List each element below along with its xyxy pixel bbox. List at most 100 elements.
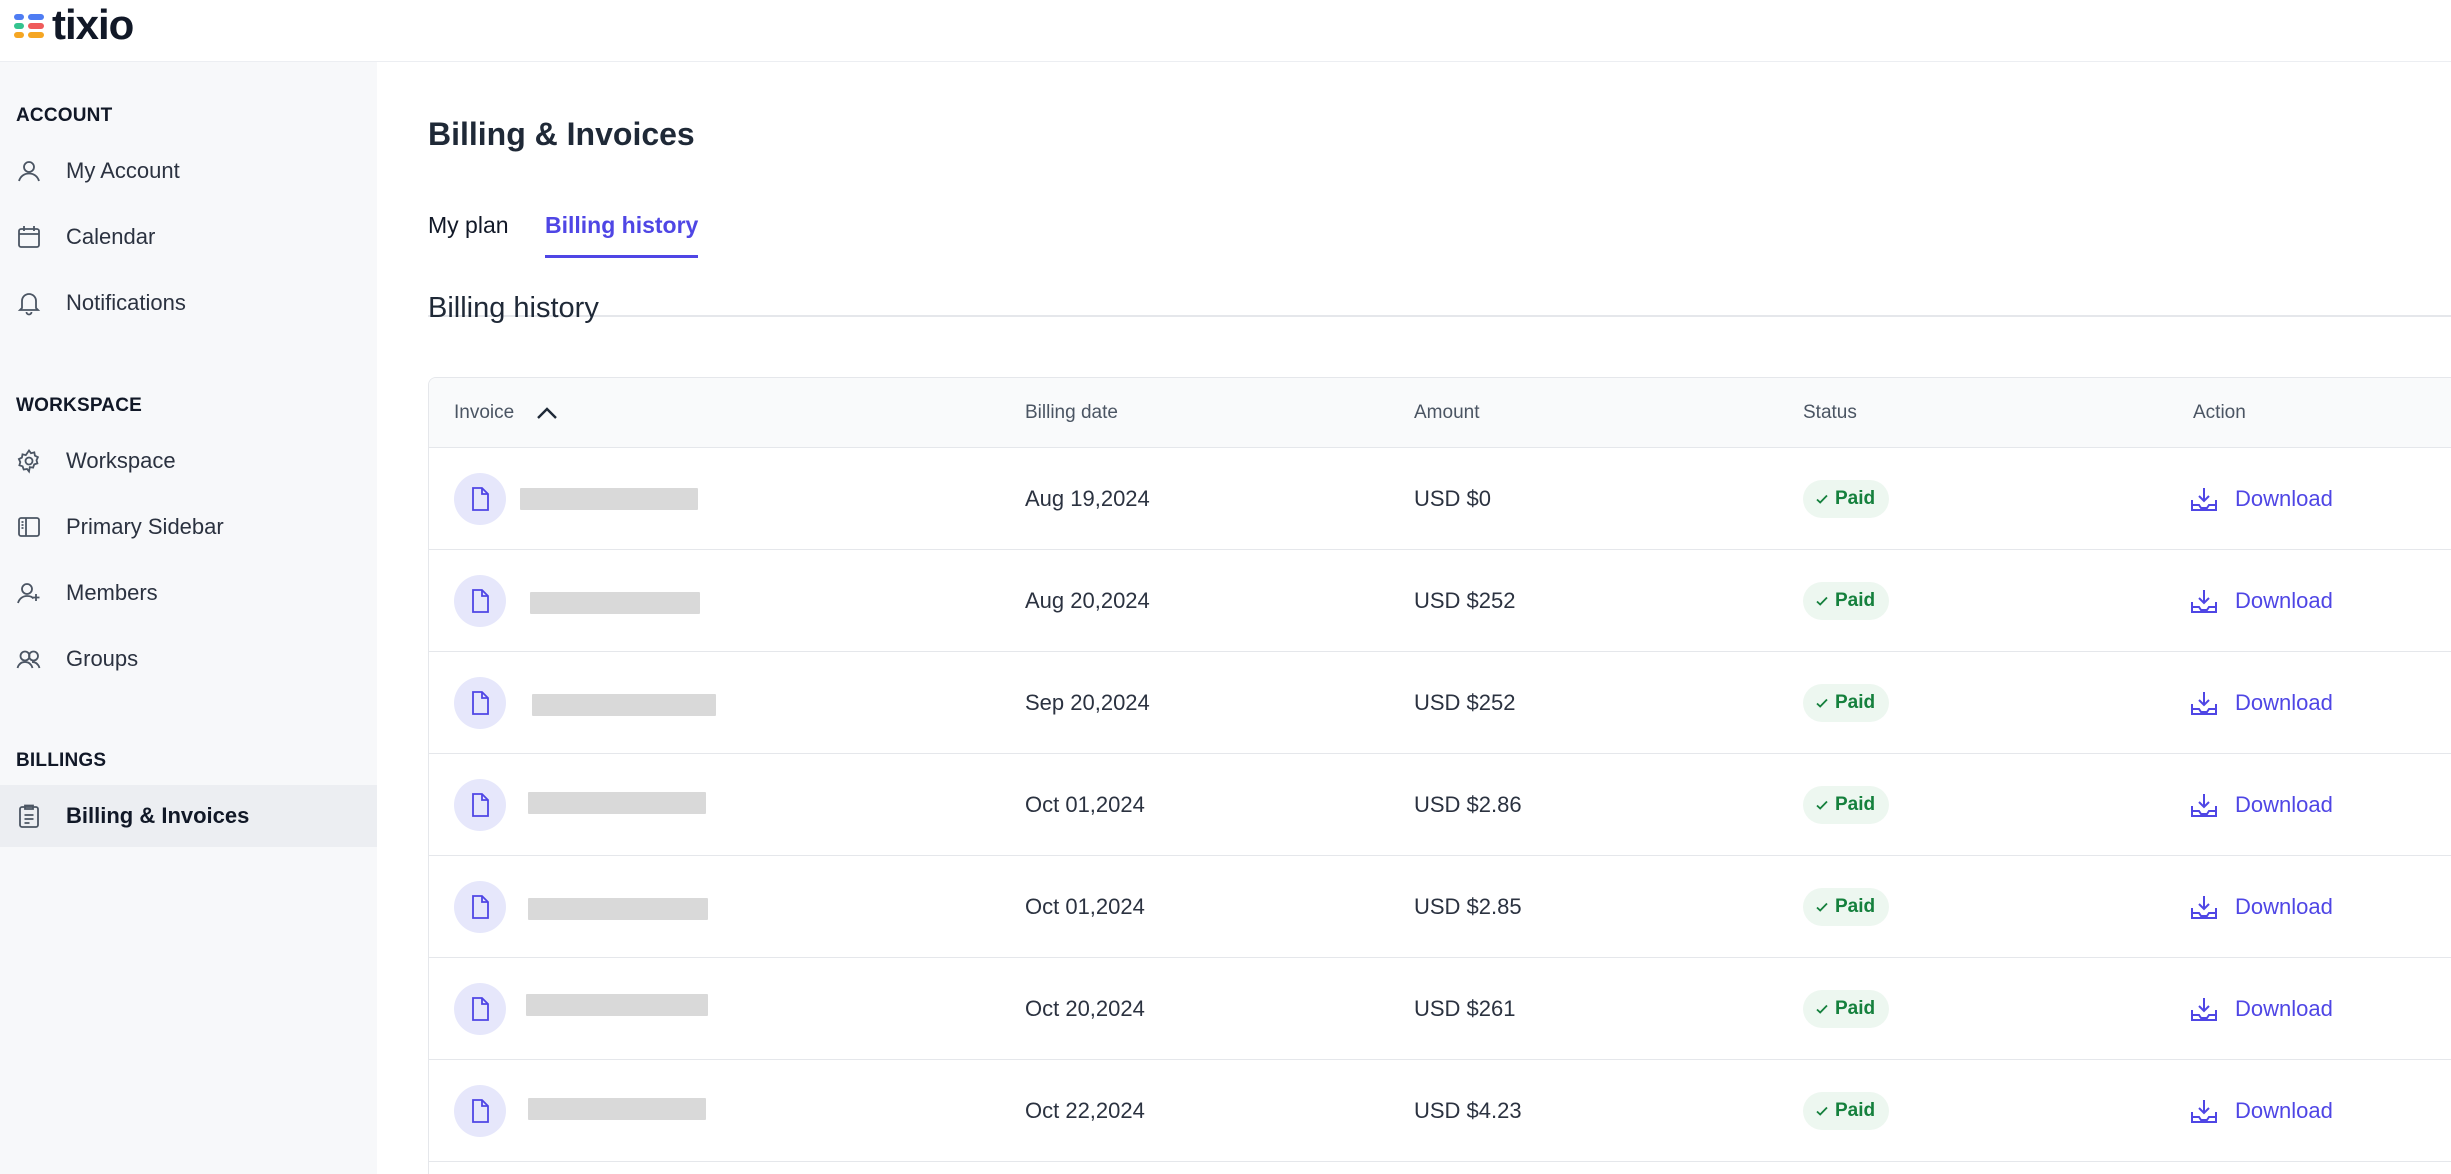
table-row: Oct 01,2024 USD $2.86 Paid Download xyxy=(429,754,2451,856)
sidebar-item-label: Calendar xyxy=(66,224,156,249)
action-cell: Download xyxy=(2189,550,2333,652)
file-icon xyxy=(454,575,506,627)
file-icon xyxy=(454,473,506,525)
download-icon xyxy=(2189,995,2235,1023)
amount-cell: USD $252 xyxy=(1414,588,1516,613)
column-header-status[interactable]: Status xyxy=(1803,378,1857,448)
users-icon xyxy=(16,646,42,672)
user-icon xyxy=(16,158,42,184)
tab-bar: My plan Billing history xyxy=(428,212,2451,317)
check-icon xyxy=(1815,900,1835,914)
billing-history-table: Invoice Billing date Amount Status Actio… xyxy=(428,377,2451,1174)
download-button[interactable]: Download xyxy=(2189,893,2333,921)
action-cell: Download xyxy=(2189,652,2333,754)
sidebar-section-account: ACCOUNT xyxy=(16,105,113,126)
download-button[interactable]: Download xyxy=(2189,995,2333,1023)
file-icon xyxy=(454,1085,506,1137)
download-label: Download xyxy=(2235,996,2333,1021)
download-icon xyxy=(2189,1097,2235,1125)
tab-my-plan[interactable]: My plan xyxy=(428,212,509,255)
amount-cell: USD $4.23 xyxy=(1414,1098,1522,1123)
status-cell: Paid xyxy=(1803,652,1890,754)
download-label: Download xyxy=(2235,588,2333,613)
download-label: Download xyxy=(2235,1098,2333,1123)
status-badge: Paid xyxy=(1803,582,1890,620)
redacted-invoice-name xyxy=(528,1098,706,1120)
sort-ascending-icon[interactable] xyxy=(534,400,560,426)
sidebar-item-primary-sidebar[interactable]: Primary Sidebar xyxy=(0,496,377,558)
invoice-cell xyxy=(454,754,706,856)
status-badge: Paid xyxy=(1803,888,1890,926)
sidebar-section-billings: BILLINGS xyxy=(16,750,107,771)
main-content: Billing & Invoices My plan Billing histo… xyxy=(377,62,2451,1174)
download-button[interactable]: Download xyxy=(2189,587,2333,615)
status-cell: Paid xyxy=(1803,856,1890,958)
status-label: Paid xyxy=(1835,488,1876,509)
page-title: Billing & Invoices xyxy=(428,116,695,152)
download-label: Download xyxy=(2235,486,2333,511)
action-cell: Download xyxy=(2189,958,2333,1060)
status-badge: Paid xyxy=(1803,684,1890,722)
tab-billing-history[interactable]: Billing history xyxy=(545,212,699,258)
section-heading: Billing history xyxy=(428,292,599,324)
settings-sidebar: ACCOUNT My Account Calendar Notification… xyxy=(0,62,377,1174)
download-button[interactable]: Download xyxy=(2189,485,2333,513)
status-badge: Paid xyxy=(1803,1092,1890,1130)
amount-cell: USD $261 xyxy=(1414,996,1516,1021)
sidebar-item-label: Groups xyxy=(66,646,139,671)
invoice-cell xyxy=(454,652,716,754)
file-icon xyxy=(454,779,506,831)
download-label: Download xyxy=(2235,792,2333,817)
sidebar-item-label: My Account xyxy=(66,158,180,183)
download-button[interactable]: Download xyxy=(2189,791,2333,819)
file-icon xyxy=(454,881,506,933)
invoice-cell xyxy=(454,448,698,550)
file-icon xyxy=(454,677,506,729)
sidebar-item-groups[interactable]: Groups xyxy=(0,628,377,690)
amount-cell: USD $252 xyxy=(1414,690,1516,715)
invoice-cell xyxy=(454,1060,706,1162)
invoice-cell xyxy=(454,550,700,652)
column-header-amount[interactable]: Amount xyxy=(1414,378,1479,448)
redacted-invoice-name xyxy=(532,694,716,716)
check-icon xyxy=(1815,1104,1835,1118)
billing-date-cell: Oct 22,2024 xyxy=(1025,1098,1145,1123)
column-header-action: Action xyxy=(2193,402,2246,423)
sidebar-item-workspace[interactable]: Workspace xyxy=(0,430,377,492)
action-cell: Download xyxy=(2189,856,2333,958)
sidebar-item-label: Billing & Invoices xyxy=(66,803,250,828)
status-cell: Paid xyxy=(1803,448,1890,550)
action-cell: Download xyxy=(2189,448,2333,550)
gear-icon xyxy=(16,448,42,474)
status-label: Paid xyxy=(1835,794,1876,815)
column-header-billing-date[interactable]: Billing date xyxy=(1025,378,1118,448)
action-cell: Download xyxy=(2189,1060,2333,1162)
status-label: Paid xyxy=(1835,896,1876,917)
bell-icon xyxy=(16,290,42,316)
status-cell: Paid xyxy=(1803,1060,1890,1162)
sidebar-item-billing-invoices[interactable]: Billing & Invoices xyxy=(0,785,377,847)
billing-date-cell: Oct 01,2024 xyxy=(1025,792,1145,817)
table-header: Invoice Billing date Amount Status Actio… xyxy=(429,378,2451,448)
check-icon xyxy=(1815,492,1835,506)
download-button[interactable]: Download xyxy=(2189,689,2333,717)
column-header-invoice[interactable]: Invoice xyxy=(454,378,560,448)
logo-text: tixio xyxy=(52,1,134,48)
tixio-logo[interactable]: tixio xyxy=(14,1,134,48)
table-row: Oct 22,2024 USD $4.23 Paid Download xyxy=(429,1060,2451,1162)
sidebar-item-notifications[interactable]: Notifications xyxy=(0,272,377,334)
logo-mark-icon xyxy=(14,8,48,42)
check-icon xyxy=(1815,798,1835,812)
billing-date-cell: Oct 01,2024 xyxy=(1025,894,1145,919)
sidebar-item-my-account[interactable]: My Account xyxy=(0,140,377,202)
sidebar-item-calendar[interactable]: Calendar xyxy=(0,206,377,268)
billing-date-cell: Sep 20,2024 xyxy=(1025,690,1150,715)
sidebar-item-members[interactable]: Members xyxy=(0,562,377,624)
status-label: Paid xyxy=(1835,692,1876,713)
top-bar: tixio xyxy=(0,0,2451,62)
download-icon xyxy=(2189,485,2235,513)
download-icon xyxy=(2189,893,2235,921)
download-button[interactable]: Download xyxy=(2189,1097,2333,1125)
status-cell: Paid xyxy=(1803,550,1890,652)
add-user-icon xyxy=(16,580,42,606)
